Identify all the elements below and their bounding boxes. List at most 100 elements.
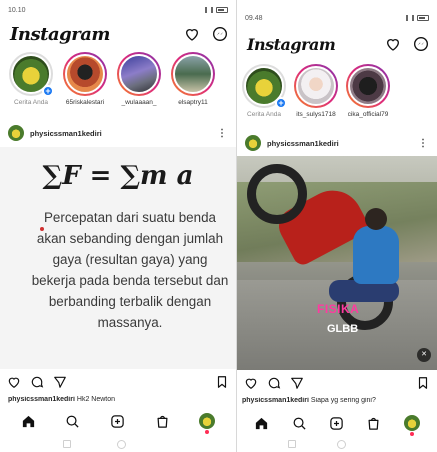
search-icon[interactable] <box>65 414 80 429</box>
heart-icon[interactable] <box>385 36 401 52</box>
add-post-icon[interactable] <box>329 416 344 431</box>
bookmark-icon[interactable] <box>416 376 430 390</box>
story-ring <box>346 64 390 108</box>
more-options-icon[interactable]: ⋮ <box>217 128 228 139</box>
post-actions <box>0 372 236 392</box>
status-time: 10.10 <box>8 6 26 14</box>
image-body-text: Percepatan dari suatu benda akan sebandi… <box>31 210 229 330</box>
hijab-avatar <box>296 66 336 106</box>
right-phone-screen: 09.48 Instagram + Cerita Anda its_sulys171… <box>237 0 437 452</box>
stories-tray: + Cerita Anda 65riskalestari _wulaaaan_ elsa… <box>0 52 236 106</box>
mute-icon[interactable]: ✕ <box>417 348 431 362</box>
rider-torso <box>353 226 399 284</box>
post-header: physicssman1kediri ⋮ <box>237 130 437 156</box>
app-header: Instagram <box>0 20 236 48</box>
bottom-nav <box>0 408 236 434</box>
messenger-icon[interactable] <box>212 26 228 42</box>
recents-button[interactable] <box>287 440 296 448</box>
formula-text: ∑F = ∑m a <box>42 161 194 191</box>
system-nav <box>237 436 437 452</box>
left-phone-screen: 10.10 Instagram + Cerita Anda 65riskalesta… <box>0 0 236 452</box>
story-label: _wulaaaan_ <box>121 99 157 106</box>
story-item[interactable]: 65riskalestari <box>62 52 108 106</box>
story-ring: + <box>242 64 287 109</box>
front-wheel <box>247 164 307 224</box>
sky-avatar <box>119 54 159 94</box>
header-actions <box>385 36 429 52</box>
comment-icon[interactable] <box>30 375 44 389</box>
post-image[interactable]: ∑F = ∑m a Percepatan dari suatu benda ak… <box>0 147 236 369</box>
story-item[interactable]: _wulaaaan_ <box>116 52 162 106</box>
story-item[interactable]: its_sulys1718 <box>293 64 339 118</box>
share-icon[interactable] <box>53 375 67 389</box>
recents-button[interactable] <box>63 440 72 448</box>
caption-username[interactable]: physicssman1kediri <box>8 396 75 403</box>
story-ring <box>117 52 161 96</box>
status-time: 09.48 <box>245 14 263 22</box>
bookmark-icon[interactable] <box>215 375 229 389</box>
story-label: Cerita Anda <box>247 111 281 118</box>
battery-icon <box>417 15 429 21</box>
post-caption: physicssman1kediri Siapa yg sering gini? <box>242 397 431 409</box>
more-options-icon[interactable]: ⋮ <box>418 138 429 149</box>
heart-icon[interactable] <box>184 26 200 42</box>
story-ring <box>294 64 338 108</box>
caption-text: Hk2 Newton <box>76 396 116 403</box>
status-bar: 10.10 <box>0 0 236 20</box>
instagram-logo[interactable]: Instagram <box>10 24 110 45</box>
header-actions <box>184 26 228 42</box>
add-post-icon[interactable] <box>110 414 125 429</box>
status-bar: 09.48 <box>237 8 437 28</box>
comment-icon[interactable] <box>267 376 281 390</box>
stories-tray: + Cerita Anda its_sulys1718 cika_official79 <box>237 64 437 118</box>
post-avatar[interactable] <box>245 135 261 151</box>
shop-icon[interactable] <box>155 414 170 429</box>
add-story-icon[interactable]: + <box>42 85 54 97</box>
bottom-nav <box>237 410 437 436</box>
story-ring <box>63 52 107 96</box>
search-icon[interactable] <box>292 416 307 431</box>
overlay-brand-text: FISIKA <box>317 302 360 316</box>
post-caption: physicssman1kediri Hk2 Newton <box>8 396 230 408</box>
app-header: Instagram <box>237 30 437 58</box>
system-nav <box>0 436 236 452</box>
profile-avatar[interactable] <box>403 415 420 436</box>
story-item[interactable]: elsaptry11 <box>170 52 216 106</box>
signal-icon <box>205 7 213 13</box>
overlay-title-text: GLBB <box>327 323 359 335</box>
instagram-logo[interactable]: Instagram <box>247 35 336 54</box>
story-item[interactable]: + Cerita Anda <box>8 52 54 106</box>
caption-username[interactable]: physicssman1kediri <box>242 397 309 404</box>
post-actions <box>237 373 437 393</box>
like-icon[interactable] <box>244 376 258 390</box>
home-system-button[interactable] <box>117 439 127 449</box>
post-username[interactable]: physicssman1kediri <box>267 139 418 148</box>
bike-avatar <box>65 54 105 94</box>
battery-icon <box>216 7 228 13</box>
post-video[interactable]: FISIKA GLBB ✕ <box>237 156 437 370</box>
story-label: cika_official79 <box>347 111 389 118</box>
story-ring: + <box>9 52 54 97</box>
shop-icon[interactable] <box>366 416 381 431</box>
caption-text: Siapa yg sering gini? <box>310 397 376 404</box>
story-ring <box>171 52 215 96</box>
status-icons <box>205 7 228 13</box>
post-header: physicssman1kediri ⋮ <box>0 120 236 146</box>
signal-icon <box>406 15 414 21</box>
story-label: elsaptry11 <box>178 99 208 106</box>
home-icon[interactable] <box>21 414 36 429</box>
home-icon[interactable] <box>254 416 269 431</box>
add-story-icon[interactable]: + <box>275 97 287 109</box>
home-system-button[interactable] <box>336 439 346 449</box>
like-icon[interactable] <box>7 375 21 389</box>
story-label: 65riskalestari <box>65 99 105 106</box>
messenger-icon[interactable] <box>413 36 429 52</box>
post-avatar[interactable] <box>8 125 24 141</box>
black-avatar <box>348 66 388 106</box>
story-item[interactable]: cika_official79 <box>345 64 391 118</box>
post-username[interactable]: physicssman1kediri <box>30 129 217 138</box>
share-icon[interactable] <box>290 376 304 390</box>
profile-avatar[interactable] <box>199 413 216 434</box>
story-item[interactable]: + Cerita Anda <box>241 64 287 118</box>
rider-head <box>365 208 387 230</box>
